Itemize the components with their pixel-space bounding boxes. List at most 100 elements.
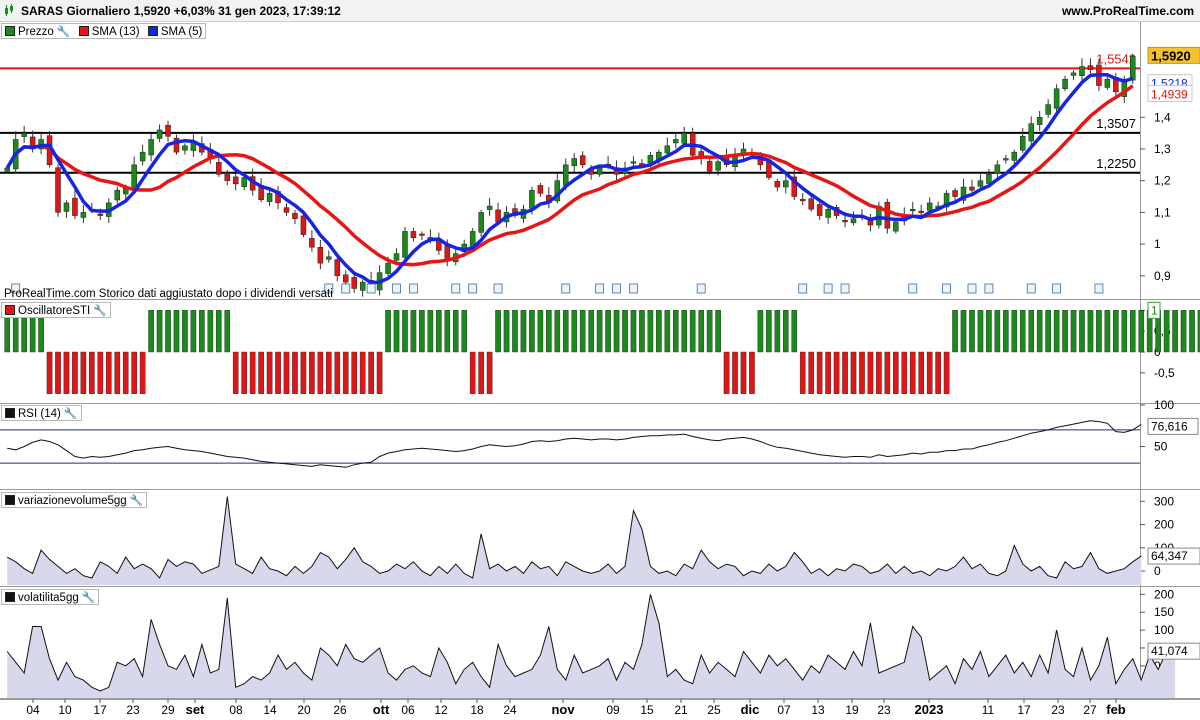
osc-bar bbox=[791, 310, 798, 353]
osc-bar bbox=[715, 310, 721, 353]
osc-swatch bbox=[5, 305, 15, 315]
dividend-marker-icon bbox=[493, 283, 503, 294]
rsi-last-label: 76,616 bbox=[1151, 419, 1188, 433]
osc-bar bbox=[410, 310, 417, 353]
candle-body bbox=[1020, 136, 1026, 151]
x-tick-label: 06 bbox=[401, 703, 415, 717]
x-tick-label: set bbox=[186, 702, 205, 717]
osc-bar bbox=[630, 310, 637, 353]
osc-bar bbox=[740, 351, 747, 394]
osc-bar bbox=[63, 351, 70, 394]
osc-bar bbox=[173, 310, 180, 353]
osc-bar bbox=[529, 310, 535, 353]
vol-swatch bbox=[5, 495, 15, 505]
y-tick-label: -0,5 bbox=[1154, 366, 1175, 380]
vol-last-label: 64,347 bbox=[1151, 549, 1188, 563]
candle-body bbox=[486, 205, 493, 210]
candle-body bbox=[131, 164, 137, 188]
x-tick-label: 21 bbox=[674, 703, 688, 717]
osc-bar bbox=[512, 310, 518, 353]
candle-body bbox=[410, 231, 417, 239]
osc-bar bbox=[376, 351, 383, 394]
candle-body bbox=[1070, 72, 1077, 76]
osc-bar bbox=[1121, 310, 1128, 353]
osc-bar bbox=[215, 310, 222, 353]
x-tick-label: ott bbox=[373, 702, 390, 717]
x-tick-label: 13 bbox=[811, 703, 825, 717]
osc-bar bbox=[1189, 310, 1195, 353]
candle-body bbox=[952, 190, 958, 197]
x-tick-label: 18 bbox=[470, 703, 484, 717]
x-tick-label: 17 bbox=[93, 703, 107, 717]
wrench-icon[interactable]: 🔧 bbox=[82, 590, 96, 606]
candle-body bbox=[139, 151, 146, 162]
chart-title: SARAS Giornaliero 1,5920 +6,03% 31 gen 2… bbox=[21, 4, 341, 18]
dividend-marker-icon bbox=[392, 283, 401, 294]
y-tick-label: 200 bbox=[1154, 587, 1174, 601]
osc-bar bbox=[909, 351, 916, 394]
osc-bar bbox=[478, 351, 484, 394]
wrench-icon[interactable]: 🔧 bbox=[130, 493, 144, 509]
candle-body bbox=[647, 155, 654, 164]
osc-bar bbox=[850, 351, 857, 394]
osc-bar bbox=[190, 310, 197, 353]
dividend-marker-icon bbox=[798, 283, 808, 294]
osc-bar bbox=[402, 310, 408, 353]
wrench-icon[interactable]: 🔧 bbox=[57, 24, 71, 40]
osc-bar bbox=[876, 351, 882, 394]
volat-legend: volatilita5gg 🔧 bbox=[1, 589, 100, 606]
candle-body bbox=[165, 124, 171, 137]
x-tick-label: 11 bbox=[982, 703, 995, 717]
y-tick-label: 200 bbox=[1154, 518, 1174, 532]
wrench-icon[interactable]: 🔧 bbox=[64, 406, 78, 422]
osc-bar bbox=[1113, 310, 1119, 353]
candle-body bbox=[808, 198, 814, 210]
osc-bar bbox=[918, 351, 925, 394]
osc-bar bbox=[926, 351, 933, 394]
osc-bar bbox=[436, 310, 442, 353]
osc-bar bbox=[884, 351, 891, 394]
osc-bar bbox=[156, 310, 163, 353]
osc-bar bbox=[952, 310, 958, 353]
osc-bar bbox=[808, 351, 814, 394]
osc-bar bbox=[444, 310, 451, 353]
candle-body bbox=[909, 208, 916, 212]
rsi-swatch bbox=[5, 408, 15, 418]
osc-last-label: 1 bbox=[1151, 303, 1158, 317]
site-link[interactable]: www.ProRealTime.com bbox=[1062, 4, 1194, 18]
osc-bar bbox=[1019, 310, 1026, 353]
y-tick-label: 50 bbox=[1154, 440, 1168, 454]
rsi-line bbox=[7, 420, 1142, 468]
dividend-marker-icon bbox=[561, 283, 571, 294]
x-tick-label: 10 bbox=[58, 703, 72, 717]
dividend-marker-icon bbox=[451, 283, 461, 294]
candle-body bbox=[842, 220, 848, 223]
candle-body bbox=[529, 189, 535, 209]
x-tick-label: 17 bbox=[1017, 703, 1031, 717]
candle-body bbox=[1003, 158, 1009, 161]
osc-bar bbox=[782, 310, 789, 353]
osc-bar bbox=[825, 351, 831, 394]
candle-body bbox=[419, 233, 425, 236]
x-tick-label: 08 bbox=[229, 703, 243, 717]
x-tick-label: 09 bbox=[606, 703, 620, 717]
osc-bar bbox=[232, 351, 239, 394]
dividend-marker-icon bbox=[366, 283, 376, 294]
osc-bar bbox=[148, 310, 154, 353]
prezzo-swatch bbox=[5, 26, 15, 36]
osc-bar bbox=[986, 310, 992, 353]
candle-body bbox=[224, 174, 231, 181]
osc-bar bbox=[622, 310, 628, 353]
wrench-icon[interactable]: 🔧 bbox=[93, 303, 107, 319]
y-tick-label: 100 bbox=[1154, 398, 1174, 412]
osc-bar bbox=[182, 310, 188, 353]
osc-bar bbox=[537, 310, 544, 353]
sma13-label: SMA (13) bbox=[91, 26, 140, 38]
osc-bar bbox=[689, 310, 696, 353]
osc-bar bbox=[1087, 310, 1094, 353]
y-tick-label: 0 bbox=[1154, 564, 1161, 578]
osc-bar bbox=[554, 310, 561, 353]
sma5-swatch bbox=[147, 26, 158, 36]
osc-bar bbox=[799, 351, 806, 394]
candle-body bbox=[292, 213, 298, 219]
